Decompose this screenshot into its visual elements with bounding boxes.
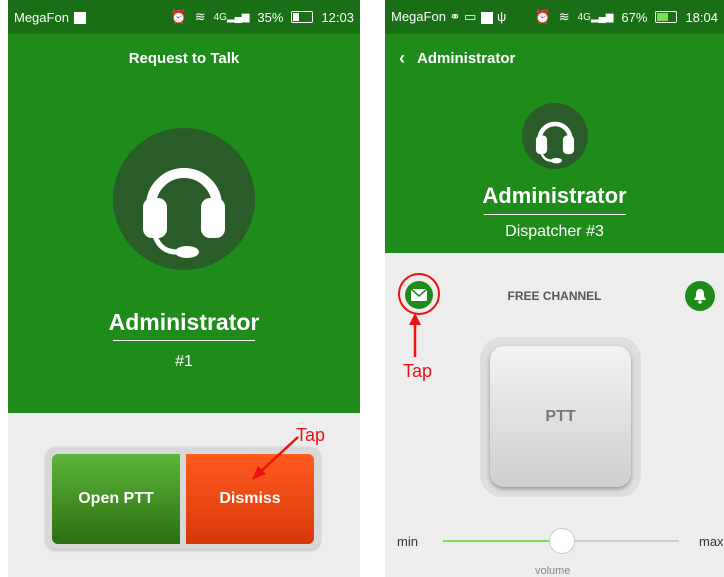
mail-icon <box>411 289 427 301</box>
contact-name: Administrator <box>482 183 627 208</box>
contact-panel: Administrator Dispatcher #3 <box>385 83 724 253</box>
battery-percent: 35% <box>257 9 284 25</box>
bell-icon <box>694 289 706 304</box>
contact-screen: MegaFon ⚭ ▭ ψ ⏰ ≋ 4G▂▄▆ 67% 18:04 ‹ Admi… <box>385 0 724 577</box>
carrier-label: MegaFon <box>14 9 69 25</box>
volume-slider-fill <box>443 540 561 542</box>
message-button[interactable] <box>405 281 433 309</box>
contact-subtitle: Dispatcher #3 <box>505 223 604 240</box>
status-bar: MegaFon ⚭ ▭ ψ ⏰ ≋ 4G▂▄▆ 67% 18:04 <box>385 0 724 34</box>
volume-label: volume <box>535 565 571 577</box>
signal-icon: 4G▂▄▆ <box>577 11 614 23</box>
volume-max-label: max <box>699 534 724 549</box>
clock: 18:04 <box>685 9 718 25</box>
wifi-icon: ≋ <box>558 9 570 24</box>
ptt-button-frame: PTT <box>480 337 641 497</box>
alarm-icon: ⏰ <box>534 9 551 24</box>
signal-icon: 4G▂▄▆ <box>213 11 250 23</box>
tap-annotation: Tap <box>403 361 433 381</box>
ptt-button[interactable]: PTT <box>490 346 631 487</box>
name-divider <box>113 340 255 341</box>
page-title: Request to Talk <box>128 50 240 67</box>
carrier-label: MegaFon <box>391 9 446 24</box>
image-icon: ▭ <box>464 9 477 24</box>
status-bar: MegaFon ⏰ ≋ 4G▂▄▆ 35% 12:03 <box>8 0 360 34</box>
volume-slider[interactable] <box>443 528 679 554</box>
sim-icon <box>481 11 494 24</box>
caller-panel: Administrator #1 <box>8 83 360 413</box>
back-arrow-icon[interactable]: ‹ <box>399 48 405 69</box>
wifi-icon: ≋ <box>194 9 206 24</box>
annotation-arrow-icon <box>409 313 421 357</box>
caller-subtitle: #1 <box>175 353 193 370</box>
open-ptt-button[interactable]: Open PTT <box>52 454 180 544</box>
request-to-talk-screen: MegaFon ⏰ ≋ 4G▂▄▆ 35% 12:03 Request to T… <box>8 0 360 577</box>
clock: 12:03 <box>321 9 354 25</box>
battery-icon <box>655 11 678 23</box>
battery-icon <box>291 11 314 23</box>
sim-icon <box>73 12 86 25</box>
title-bar: ‹ Administrator <box>385 34 724 83</box>
caller-name: Administrator <box>108 309 260 335</box>
binoculars-icon: ⚭ <box>449 9 461 24</box>
alert-button[interactable] <box>685 281 715 311</box>
battery-percent: 67% <box>621 9 648 25</box>
alarm-icon: ⏰ <box>170 9 187 24</box>
volume-min-label: min <box>397 534 418 549</box>
title-bar: Request to Talk <box>8 34 360 83</box>
avatar <box>113 128 255 270</box>
headset-icon <box>143 168 225 258</box>
headset-icon <box>535 121 574 164</box>
volume-slider-thumb[interactable] <box>549 528 575 554</box>
name-divider <box>483 214 626 215</box>
channel-status: FREE CHANNEL <box>507 289 602 303</box>
page-title: Administrator <box>417 50 516 67</box>
annotation-arrow-icon <box>252 436 299 480</box>
avatar <box>521 103 588 169</box>
usb-icon: ψ <box>497 9 507 24</box>
